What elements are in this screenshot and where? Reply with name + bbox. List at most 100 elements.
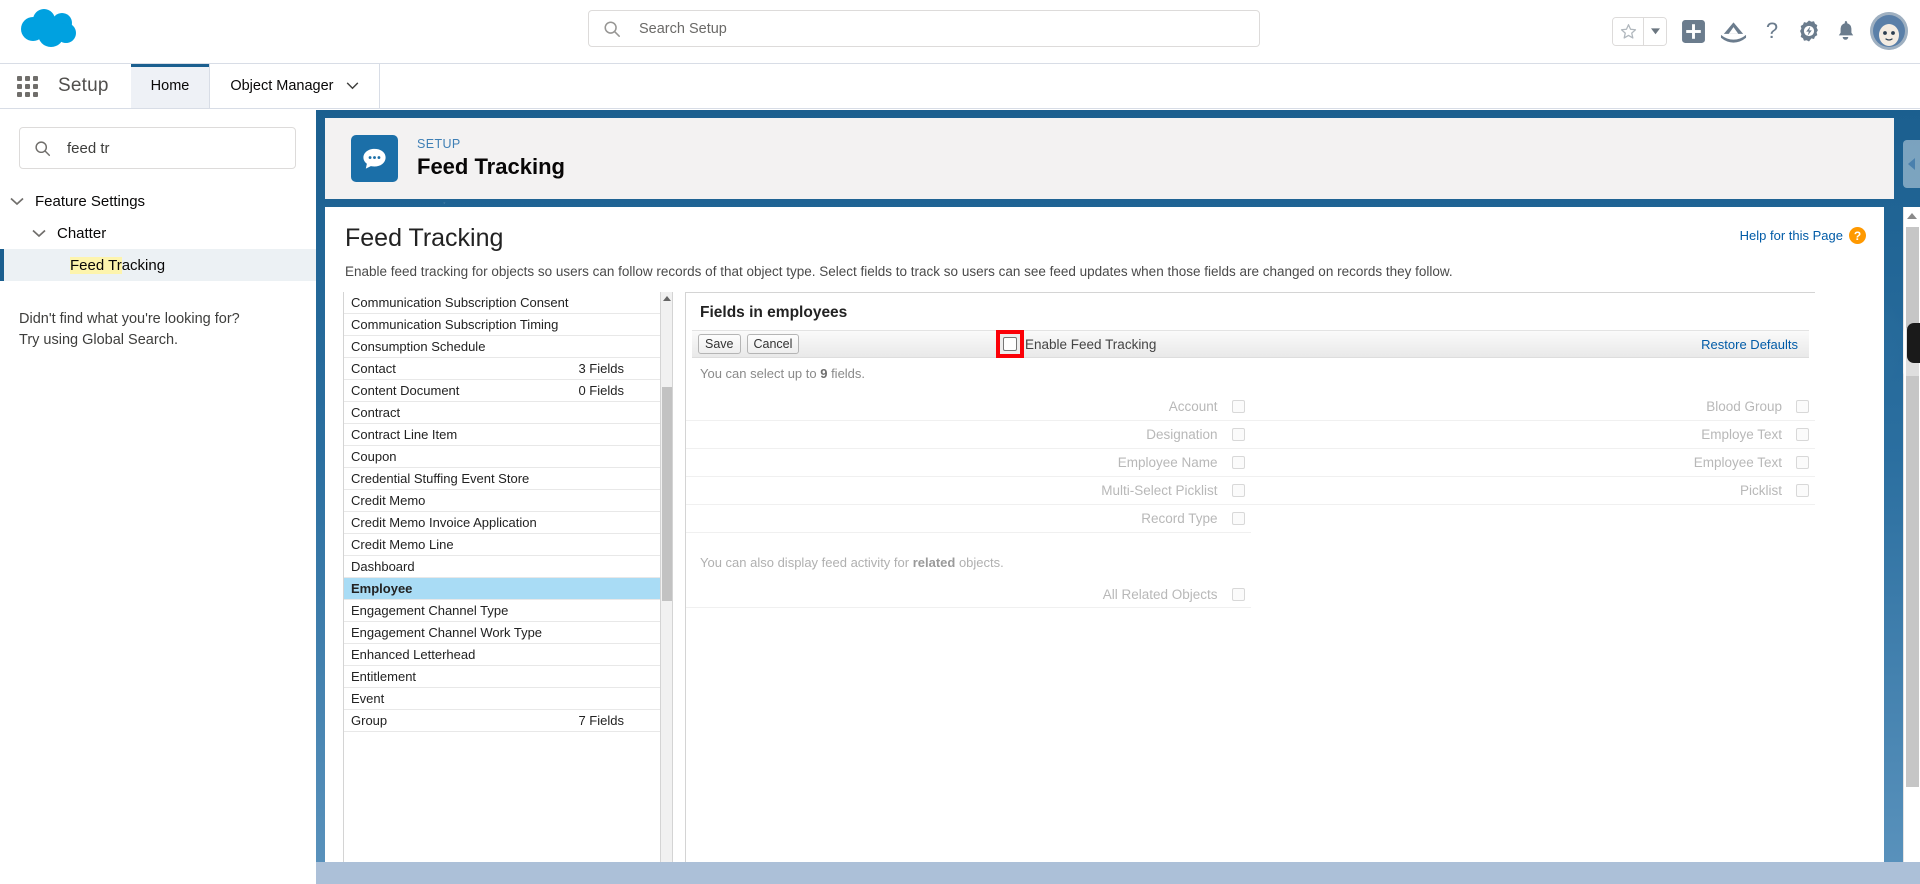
field-checkbox[interactable]: [1231, 400, 1245, 413]
object-name: Credit Memo Line: [351, 537, 454, 552]
object-list-item[interactable]: Engagement Channel Work Type: [344, 622, 662, 644]
field-checkbox[interactable]: [1796, 484, 1809, 497]
field-checkbox[interactable]: [1796, 428, 1809, 441]
object-list-item[interactable]: Coupon: [344, 446, 662, 468]
field-label: Blood Group: [1706, 399, 1782, 414]
quick-find-box[interactable]: [19, 127, 296, 169]
field-checkbox[interactable]: [1796, 456, 1809, 469]
sidebar-item-label-rest: acking: [121, 256, 166, 274]
object-list-scrollbar[interactable]: [660, 292, 672, 869]
object-list-item[interactable]: Credit Memo: [344, 490, 662, 512]
object-list-item[interactable]: Enhanced Letterhead: [344, 644, 662, 666]
object-list-item[interactable]: Event: [344, 688, 662, 710]
favorites-star-icon[interactable]: [1613, 17, 1643, 45]
chevron-down-icon: [10, 193, 26, 209]
object-name: Contract: [351, 405, 401, 420]
object-list-item[interactable]: Contract Line Item: [344, 424, 662, 446]
object-list-item[interactable]: Communication Subscription Consent: [344, 292, 662, 314]
sidebar-item-label: Feed Tracking: [70, 256, 166, 274]
help-icon[interactable]: ?: [1761, 19, 1783, 43]
field-checkbox[interactable]: [1796, 400, 1809, 413]
panel-collapse-handle-top[interactable]: [1903, 140, 1920, 188]
add-favorite-icon[interactable]: [1681, 19, 1706, 44]
favorites-group[interactable]: [1612, 16, 1667, 46]
sidebar-item-chatter[interactable]: Chatter: [0, 217, 316, 249]
field-checkbox[interactable]: [1231, 428, 1245, 441]
fields-panel: Fields in employees Save Cancel Enable F…: [685, 292, 1815, 870]
content-scrollbar[interactable]: [1903, 207, 1920, 884]
app-launcher-waffle-icon[interactable]: [0, 64, 54, 108]
object-list-item[interactable]: Dashboard: [344, 556, 662, 578]
cancel-button[interactable]: Cancel: [746, 334, 800, 354]
field-checkbox[interactable]: [1231, 456, 1245, 469]
sidebar-item-label: Chatter: [57, 224, 107, 242]
scrollbar-thumb[interactable]: [662, 387, 672, 601]
field-row[interactable]: Multi-Select Picklist: [686, 477, 1251, 505]
field-row[interactable]: Picklist: [1250, 477, 1815, 505]
sidebar-item-feed-tracking[interactable]: Feed Tracking: [0, 249, 316, 281]
object-list-item[interactable]: Entitlement: [344, 666, 662, 688]
object-list-item[interactable]: Group 7 Fields: [344, 710, 662, 732]
field-row[interactable]: Employee Text: [1250, 449, 1815, 477]
object-list-item[interactable]: Consumption Schedule: [344, 336, 662, 358]
field-checkbox[interactable]: [1231, 512, 1245, 525]
tab-object-manager-label: Object Manager: [230, 78, 334, 94]
field-row[interactable]: Record Type: [686, 505, 1251, 533]
object-name: Entitlement: [351, 669, 417, 684]
object-list-item[interactable]: Contract: [344, 402, 662, 424]
field-row[interactable]: Employee Name: [686, 449, 1251, 477]
enable-feed-tracking-checkbox[interactable]: [1003, 337, 1017, 351]
tab-object-manager[interactable]: Object Manager: [210, 64, 380, 108]
scroll-up-arrow-icon[interactable]: [662, 296, 671, 301]
sidebar-note-line1: Didn't find what you're looking for?: [19, 311, 240, 327]
all-related-objects-checkbox[interactable]: [1231, 588, 1245, 601]
scroll-up-arrow-icon[interactable]: [1907, 213, 1917, 219]
fields-toolbar: Save Cancel Enable Feed Tracking Restore…: [692, 330, 1809, 358]
global-actions-icon[interactable]: [1720, 19, 1747, 43]
object-name: Engagement Channel Type: [351, 603, 509, 618]
enable-feed-tracking-group[interactable]: Enable Feed Tracking: [996, 330, 1156, 358]
field-label: Record Type: [1141, 511, 1218, 526]
avatar[interactable]: [1870, 12, 1908, 50]
quick-find-input[interactable]: [65, 138, 265, 158]
notifications-bell-icon[interactable]: [1835, 19, 1856, 43]
field-checkbox[interactable]: [1231, 484, 1245, 497]
restore-defaults-link[interactable]: Restore Defaults: [1701, 337, 1798, 352]
favorites-dropdown-icon[interactable]: [1643, 17, 1666, 45]
header-icon-group: ?: [1612, 7, 1908, 55]
salesforce-cloud-logo[interactable]: [18, 6, 84, 54]
object-list-item[interactable]: Credit Memo Line: [344, 534, 662, 556]
object-list-item[interactable]: Contact 3 Fields: [344, 358, 662, 380]
help-for-this-page-link[interactable]: Help for this Page ?: [1740, 227, 1866, 244]
field-row[interactable]: Designation: [686, 421, 1251, 449]
search-icon: [604, 20, 620, 37]
scrollbar-thumb[interactable]: [1906, 227, 1919, 787]
help-link-label: Help for this Page: [1739, 228, 1843, 243]
field-limit-pre: You can select up to: [700, 366, 821, 381]
fields-panel-title: Fields in employees: [700, 304, 848, 321]
object-list-item[interactable]: Engagement Channel Type: [344, 600, 662, 622]
field-label: Employee Name: [1117, 455, 1218, 470]
field-row[interactable]: Account: [686, 393, 1251, 421]
help-question-icon[interactable]: ?: [1849, 227, 1866, 244]
object-list[interactable]: Communication Subscription Consent Commun…: [343, 292, 673, 870]
sidebar-item-feature-settings[interactable]: Feature Settings: [0, 185, 316, 217]
setup-gear-icon[interactable]: [1797, 19, 1821, 43]
object-list-item[interactable]: Content Document 0 Fields: [344, 380, 662, 402]
all-related-objects-row[interactable]: All Related Objects: [686, 582, 1251, 608]
global-search-box[interactable]: [588, 10, 1260, 47]
object-list-item[interactable]: Employee: [344, 578, 662, 600]
field-row[interactable]: Employe Text: [1250, 421, 1815, 449]
object-name: Credit Memo Invoice Application: [351, 515, 537, 530]
field-limit-post: fields.: [827, 366, 866, 381]
related-note-post: objects.: [955, 555, 1004, 570]
search-input[interactable]: [637, 19, 1197, 38]
object-list-item[interactable]: Credential Stuffing Event Store: [344, 468, 662, 490]
global-search-container[interactable]: [588, 10, 1260, 47]
browser-edge-tab[interactable]: [1907, 323, 1920, 363]
field-row[interactable]: Blood Group: [1250, 393, 1815, 421]
object-list-item[interactable]: Credit Memo Invoice Application: [344, 512, 662, 534]
tab-home[interactable]: Home: [130, 64, 211, 108]
save-button[interactable]: Save: [698, 334, 741, 354]
object-list-item[interactable]: Communication Subscription Timing: [344, 314, 662, 336]
